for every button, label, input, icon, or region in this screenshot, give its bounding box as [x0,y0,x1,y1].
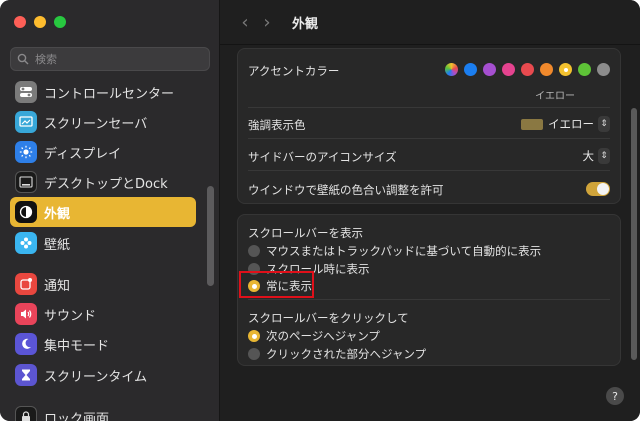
window-controls [14,16,66,28]
highlight-color-value: イエロー [548,117,594,131]
updown-chevron-icon: ⇕ [598,148,610,164]
sidebar-item-display[interactable]: ディスプレイ [10,138,196,166]
page-title: 外観 [292,16,319,32]
sidebar-icon-size-row: サイドバーのアイコンサイズ [248,149,610,165]
settings-window: 検索 コントロールセンター スクリーンセーバ ディスプレイ デスクトップとDoc… [0,0,640,421]
sidebar: 検索 コントロールセンター スクリーンセーバ ディスプレイ デスクトップとDoc… [0,0,220,421]
radio-label: クリックされた部分へジャンプ [266,347,427,361]
highlight-color-popup[interactable]: イエロー ⇕ [521,116,610,132]
toggle-knob [597,183,609,195]
sidebar-item-label: サウンド [44,308,97,324]
accent-graphite-swatch[interactable] [597,63,610,76]
show-scrollbars-heading-row: スクロールバーを表示 [248,225,610,241]
sidebar-item-label: 集中モード [44,338,110,354]
sidebar-icon-size-popup[interactable]: 大 ⇕ [582,148,610,164]
accent-selected-caption: イエロー [535,91,575,102]
radio-button[interactable] [248,348,260,360]
sidebar-scrollbar[interactable] [207,186,214,286]
highlight-color-chip [521,118,544,130]
sidebar-item-wallpaper[interactable]: 壁紙 [10,229,196,257]
sidebar-item-appearance[interactable]: 外観 [10,197,196,227]
accent-yellow-swatch[interactable] [559,63,572,76]
help-button[interactable]: ? [606,387,624,405]
radio-button-selected[interactable] [248,330,260,342]
appearance-settings-group: アクセントカラー イエロー 強調表示色 イエロー ⇕ サイドバーのアイコンサイズ… [237,48,621,204]
click-scrollbar-heading: スクロールバーをクリックして [248,311,409,325]
show-scrollbars-heading: スクロールバーを表示 [248,226,363,240]
minimize-window-button[interactable] [34,16,46,28]
accent-red-swatch[interactable] [521,63,534,76]
sidebar-item-label: ディスプレイ [44,146,122,162]
search-icon [17,53,29,65]
divider [248,107,610,108]
sidebar-item-screensaver[interactable]: スクリーンセーバ [10,108,196,136]
updown-chevron-icon: ⇕ [598,116,610,132]
accent-multicolor-swatch[interactable] [445,63,458,76]
desktop-dock-icon [15,171,37,193]
focus-moon-icon [15,333,37,355]
wallpaper-tint-label: ウインドウで壁紙の色合い調整を許可 [248,183,444,197]
click-option-next-page[interactable]: 次のページへジャンプ [248,328,380,344]
accent-color-swatches [445,63,610,76]
titlebar: ‹ › 外観 [220,0,640,45]
sidebar-icon-size-value: 大 [582,149,595,163]
scrollbar-option-auto[interactable]: マウスまたはトラックパッドに基づいて自動的に表示 [248,243,541,259]
sidebar-item-label: スクリーンセーバ [44,116,148,132]
radio-label: 次のページへジャンプ [266,329,380,343]
close-window-button[interactable] [14,16,26,28]
zoom-window-button[interactable] [54,16,66,28]
divider [248,170,610,171]
sound-icon [15,303,37,325]
forward-button[interactable]: › [256,12,278,33]
sidebar-item-label: コントロールセンター [44,86,175,102]
display-brightness-icon [15,141,37,163]
appearance-icon [15,201,37,223]
screen-time-icon [15,364,37,386]
wallpaper-tint-toggle[interactable] [586,182,610,196]
notifications-icon [15,273,37,295]
click-option-clicked-spot[interactable]: クリックされた部分へジャンプ [248,346,426,362]
accent-green-swatch[interactable] [578,63,591,76]
annotation-highlight-box [239,271,314,298]
divider [248,138,610,139]
sidebar-item-desktop-dock[interactable]: デスクトップとDock [10,168,196,196]
sidebar-item-screen-time[interactable]: スクリーンタイム [10,361,196,389]
sidebar-item-sound[interactable]: サウンド [10,300,196,328]
search-placeholder: 検索 [35,53,57,66]
sidebar-item-focus[interactable]: 集中モード [10,330,196,358]
sidebar-item-notifications[interactable]: 通知 [10,270,196,298]
click-scrollbar-heading-row: スクロールバーをクリックして [248,310,610,326]
accent-orange-swatch[interactable] [540,63,553,76]
sidebar-item-label: ロック画面 [44,411,110,421]
screensaver-icon [15,111,37,133]
wallpaper-icon [15,232,37,254]
sidebar-item-label: 外観 [44,206,71,222]
control-center-icon [15,81,37,103]
sidebar-icon-size-label: サイドバーのアイコンサイズ [248,150,397,164]
radio-button[interactable] [248,245,260,257]
accent-color-label: アクセントカラー [248,64,340,78]
main-pane: ‹ › 外観 アクセントカラー イエロー 強調表示色 イエロー ⇕ サイドバーの… [220,0,640,421]
main-scrollbar[interactable] [631,108,637,360]
lock-screen-icon [15,406,37,421]
sidebar-item-label: デスクトップとDock [44,176,168,192]
accent-blue-swatch[interactable] [464,63,477,76]
sidebar-item-label: 通知 [44,278,71,294]
highlight-color-label: 強調表示色 [248,118,306,132]
back-button[interactable]: ‹ [234,12,256,33]
accent-pink-swatch[interactable] [502,63,515,76]
sidebar-item-control-center[interactable]: コントロールセンター [10,78,196,106]
search-field[interactable]: 検索 [10,47,210,71]
radio-label: マウスまたはトラックパッドに基づいて自動的に表示 [266,244,542,258]
sidebar-item-label: 壁紙 [44,237,71,253]
sidebar-item-label: スクリーンタイム [44,369,148,385]
sidebar-item-lock-screen[interactable]: ロック画面 [10,403,196,421]
accent-purple-swatch[interactable] [483,63,496,76]
wallpaper-tint-row: ウインドウで壁紙の色合い調整を許可 [248,182,610,198]
divider [248,299,610,300]
